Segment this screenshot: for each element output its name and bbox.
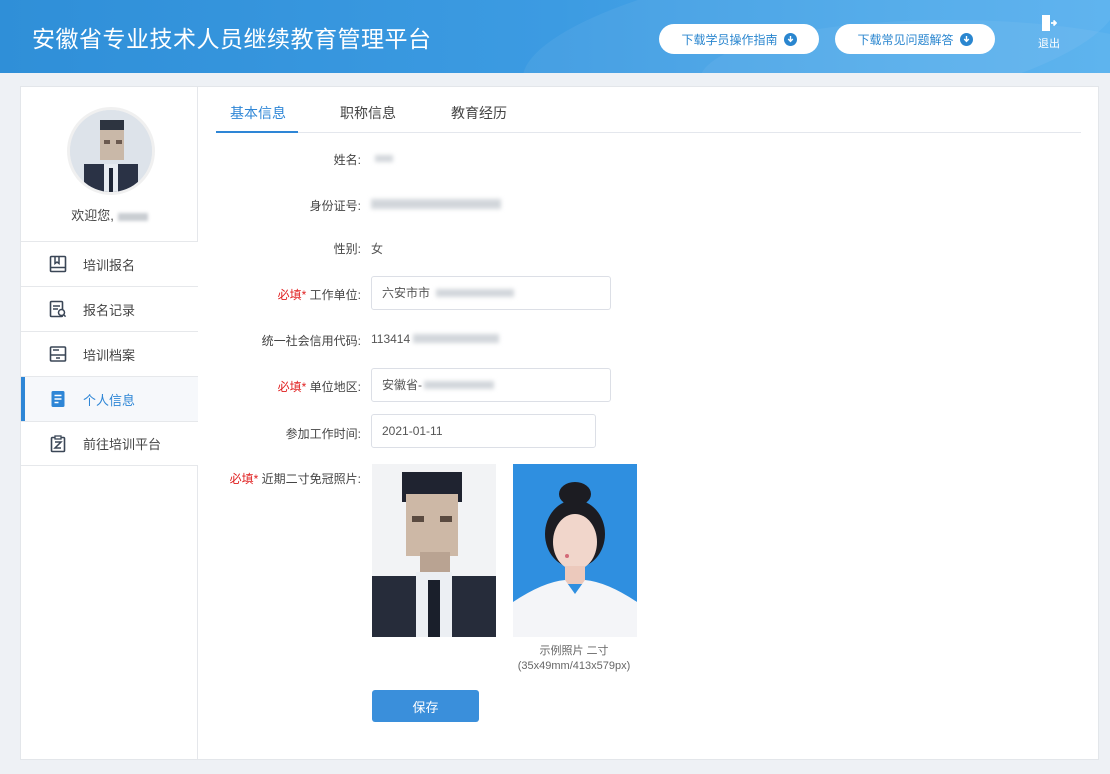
- top-header: 安徽省专业技术人员继续教育管理平台 下载学员操作指南 下载常见问题解答 退出: [0, 0, 1110, 73]
- region-label: 必填* 单位地区:: [201, 378, 361, 395]
- download-guide-label: 下载学员操作指南: [681, 32, 778, 47]
- credit-code-value: 113414: [371, 332, 411, 346]
- sidebar-item-training-archive[interactable]: 培训档案: [21, 331, 198, 376]
- blurred-credit-code: [413, 334, 499, 343]
- work-unit-label: 必填* 工作单位:: [201, 286, 361, 303]
- id-number-label: 身份证号:: [309, 199, 361, 213]
- required-mark: 必填*: [277, 288, 307, 302]
- region-value: 安徽省-: [382, 378, 422, 392]
- required-mark: 必填*: [277, 380, 307, 394]
- save-button[interactable]: 保存: [372, 690, 479, 722]
- sidebar-item-label: 报名记录: [83, 302, 136, 318]
- blurred-username: [117, 212, 148, 221]
- avatar: [67, 107, 155, 195]
- logout-label: 退出: [1038, 38, 1060, 50]
- sidebar-item-go-training-platform[interactable]: 前往培训平台: [21, 421, 198, 466]
- sample-caption-title: 示例照片 二寸: [539, 645, 609, 657]
- sidebar-item-label: 前往培训平台: [83, 437, 162, 452]
- sidebar-item-registration-records[interactable]: 报名记录: [21, 286, 198, 331]
- tab-education-history[interactable]: 教育经历: [451, 103, 507, 123]
- sidebar-item-label: 培训档案: [83, 347, 136, 363]
- sidebar-item-training-registration[interactable]: 培训报名: [21, 241, 198, 286]
- work-unit-value: 六安市市: [382, 286, 431, 300]
- name-label: 姓名:: [333, 153, 361, 167]
- work-start-date-label: 参加工作时间:: [285, 427, 361, 441]
- active-tab-indicator: [216, 131, 298, 133]
- logout-button[interactable]: 退出: [1031, 14, 1067, 51]
- work-unit-label-text: 工作单位:: [309, 288, 361, 302]
- credit-code-label: 统一社会信用代码:: [261, 334, 361, 348]
- blurred-name-value: [375, 155, 393, 162]
- sidebar-menu: 培训报名 报名记录 培训档案 个人信息 前往培训平台: [21, 241, 198, 466]
- app-title: 安徽省专业技术人员继续教育管理平台: [32, 26, 432, 52]
- download-faq-button[interactable]: 下载常见问题解答: [835, 24, 995, 54]
- sidebar-item-personal-info[interactable]: 个人信息: [21, 376, 198, 421]
- download-guide-button[interactable]: 下载学员操作指南: [659, 24, 819, 54]
- blurred-id-value: [371, 199, 501, 209]
- record-search-icon: [49, 300, 67, 318]
- work-start-date-input[interactable]: 2021-01-11: [371, 414, 596, 448]
- gender-value: 女: [371, 242, 384, 256]
- work-start-date-value: 2021-01-11: [382, 424, 443, 438]
- uploaded-photo[interactable]: [372, 464, 496, 637]
- sidebar-item-label: 培训报名: [83, 257, 136, 273]
- work-unit-input[interactable]: 六安市市: [371, 276, 611, 310]
- archive-icon: [49, 346, 67, 362]
- photo-label-text: 近期二寸免冠照片:: [261, 472, 361, 486]
- clipboard-icon: [50, 434, 66, 452]
- welcome-label: 欢迎您,: [71, 208, 114, 223]
- sidebar: 欢迎您, 培训报名 报名记录 培训档案 个人信息 前往培训平台: [21, 87, 198, 759]
- blurred-region: [424, 381, 494, 389]
- sidebar-item-label: 个人信息: [83, 392, 136, 408]
- download-faq-label: 下载常见问题解答: [857, 32, 954, 47]
- book-icon: [49, 255, 67, 273]
- sample-caption-size: (35x49mm/413x579px): [517, 660, 631, 672]
- download-icon: [959, 32, 973, 46]
- tab-basic-info[interactable]: 基本信息: [230, 103, 286, 123]
- download-icon: [783, 32, 797, 46]
- sample-photo: [513, 464, 637, 637]
- required-mark: 必填*: [229, 472, 259, 486]
- tab-title-info[interactable]: 职称信息: [340, 103, 396, 123]
- region-label-text: 单位地区:: [309, 380, 361, 394]
- main-card: 欢迎您, 培训报名 报名记录 培训档案 个人信息 前往培训平台 基本信息 职称信…: [20, 86, 1099, 760]
- welcome-text: 欢迎您,: [21, 205, 198, 224]
- photo-label: 必填* 近期二寸免冠照片:: [201, 470, 361, 487]
- gender-label: 性别:: [333, 242, 361, 256]
- region-input[interactable]: 安徽省-: [371, 368, 611, 402]
- tab-bar: 基本信息 职称信息 教育经历: [216, 93, 1081, 133]
- logout-icon: [1042, 15, 1057, 31]
- blurred-work-unit: [436, 289, 514, 297]
- document-icon: [51, 391, 65, 407]
